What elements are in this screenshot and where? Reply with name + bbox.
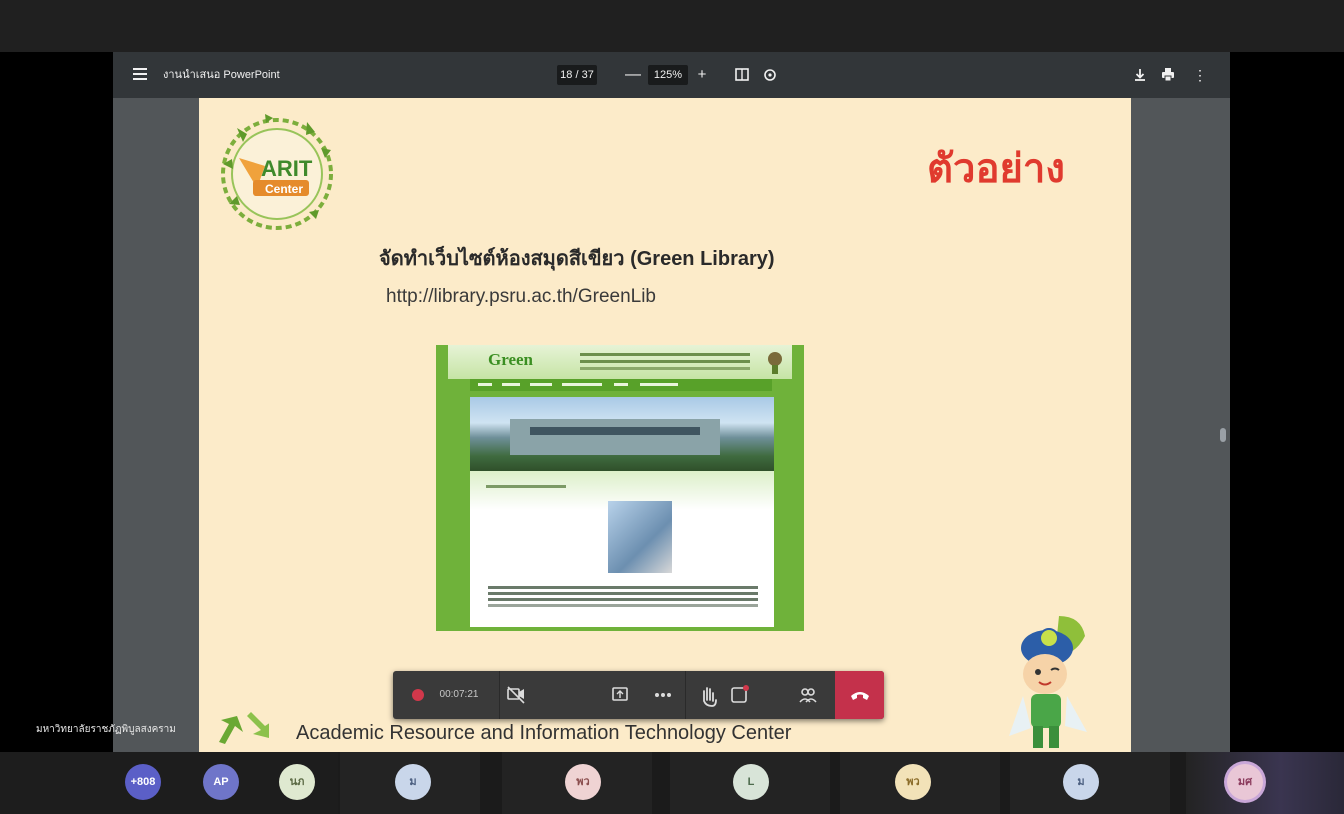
meeting-control-bar: 00:07:21 — [393, 671, 884, 719]
slide-heading: ตัวอย่าง — [927, 146, 1065, 192]
participant-avatar[interactable]: พว — [895, 764, 931, 800]
logo-subtext: Center — [265, 182, 303, 196]
slide-url: http://library.psru.ac.th/GreenLib — [386, 286, 656, 307]
pdf-toolbar: งานนำเสนอ PowerPoint 18 / 37 — 125% + ⋮ — [113, 52, 1230, 98]
website-screenshot: Green — [436, 345, 804, 631]
fit-page-icon[interactable] — [735, 65, 749, 85]
raise-hand-icon[interactable] — [697, 671, 719, 719]
logo-text: ARIT — [261, 156, 313, 181]
participant-avatar[interactable]: AP — [203, 764, 239, 800]
participant-strip: +808 AP นภ ม พว L พว ม มศ — [0, 752, 1344, 814]
reactions-icon[interactable] — [729, 671, 751, 719]
rotate-icon[interactable] — [763, 65, 777, 85]
mascot-image — [1001, 608, 1097, 752]
zoom-out-button[interactable]: — — [625, 65, 641, 85]
phone-hangup-icon — [850, 692, 869, 700]
pdf-viewer: งานนำเสนอ PowerPoint 18 / 37 — 125% + ⋮ — [113, 52, 1230, 752]
scroll-thumb[interactable] — [1220, 428, 1226, 442]
participant-avatar[interactable]: ม — [1063, 764, 1099, 800]
download-icon[interactable] — [1133, 65, 1147, 85]
camera-off-icon[interactable] — [505, 671, 527, 719]
participant-avatar[interactable]: พว — [565, 764, 601, 800]
site-body — [470, 471, 774, 627]
top-bar — [0, 0, 1344, 52]
recycle-icon — [217, 710, 271, 752]
recording-icon — [407, 671, 429, 719]
zoom-in-button[interactable]: + — [695, 65, 709, 85]
arit-logo: ARIT Center — [209, 108, 347, 238]
participant-avatar[interactable]: มศ — [1227, 764, 1263, 800]
participant-avatar[interactable]: L — [733, 764, 769, 800]
breakout-rooms-icon[interactable] — [797, 671, 819, 719]
participant-avatar[interactable]: +808 — [125, 764, 161, 800]
print-icon[interactable] — [1161, 65, 1175, 85]
left-letterbox — [0, 52, 113, 752]
site-photo — [608, 501, 672, 573]
slide-footer: Academic Resource and Information Techno… — [296, 722, 792, 744]
zoom-input[interactable]: 125% — [648, 65, 688, 85]
site-header: Green — [448, 345, 792, 379]
site-logo: Green — [488, 350, 534, 369]
page-number-input[interactable]: 18 / 37 — [557, 65, 597, 85]
active-speaker-name: มหาวิทยาลัยราชภัฏพิบูลสงคราม — [36, 724, 176, 735]
slide-title: จัดทำเว็บไซต์ห้องสมุดสีเขียว (Green Libr… — [379, 248, 775, 270]
site-banner — [470, 397, 774, 471]
site-header-text — [580, 353, 750, 356]
participant-avatar[interactable]: นภ — [279, 764, 315, 800]
self-tile[interactable] — [1186, 752, 1344, 814]
share-screen-icon[interactable] — [609, 671, 631, 719]
recording-timer: 00:07:21 — [439, 689, 479, 700]
hang-up-button[interactable] — [835, 671, 884, 719]
right-letterbox — [1230, 52, 1344, 752]
participant-avatar[interactable]: ม — [395, 764, 431, 800]
meeting-window: งานนำเสนอ PowerPoint 18 / 37 — 125% + ⋮ — [0, 0, 1344, 814]
presentation-slide: ARIT Center ตัวอย่าง จัดทำเว็บไซต์ห้องสม… — [199, 98, 1131, 752]
menu-icon[interactable] — [133, 65, 147, 85]
site-seal-icon — [768, 352, 782, 374]
site-nav — [470, 379, 772, 391]
document-title: งานนำเสนอ PowerPoint — [163, 69, 280, 81]
more-options-icon[interactable]: ⋮ — [1193, 65, 1207, 85]
vertical-scrollbar[interactable] — [1216, 98, 1230, 752]
more-actions-icon[interactable] — [651, 671, 675, 719]
